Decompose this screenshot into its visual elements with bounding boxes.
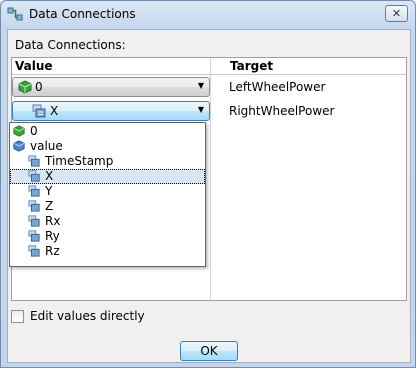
grid-header: Value Target (12, 58, 406, 75)
property-icon (28, 170, 40, 182)
target-cell: RightWheelPower (229, 104, 335, 118)
dialog-window: Data Connections ✕ Data Connections: Val… (0, 0, 416, 368)
close-icon: ✕ (391, 7, 402, 20)
list-item[interactable]: 0 (10, 124, 205, 139)
edit-values-label[interactable]: Edit values directly (30, 309, 145, 323)
value-dropdown-list[interactable]: 0 value TimeStamp X Y Z Rx Ry Rz (9, 122, 206, 267)
value-combo[interactable]: X ▼ (12, 101, 210, 121)
list-item[interactable]: Rx (10, 214, 205, 229)
target-cell: LeftWheelPower (229, 80, 326, 94)
connection-row: X ▼ RightWheelPower (12, 99, 406, 123)
data-connections-icon (7, 7, 23, 21)
ok-button[interactable]: OK (180, 341, 238, 361)
green-cube-icon (13, 125, 25, 137)
header-target[interactable]: Target (230, 59, 273, 73)
list-item[interactable]: value (10, 139, 205, 154)
green-cube-icon (18, 80, 32, 94)
property-icon (28, 155, 40, 167)
connection-row: 0 ▼ LeftWheelPower (12, 75, 406, 99)
list-item-selected[interactable]: X (10, 169, 205, 184)
title-bar: Data Connections ✕ (1, 1, 415, 27)
list-item-label: TimeStamp (45, 154, 114, 168)
list-item[interactable]: TimeStamp (10, 154, 205, 169)
edit-values-checkbox[interactable] (11, 310, 24, 323)
property-icon (28, 215, 40, 227)
property-icon (28, 200, 40, 212)
value-combo-text: X (50, 104, 59, 118)
list-item[interactable]: Y (10, 184, 205, 199)
list-item-label: Y (45, 184, 53, 198)
window-title: Data Connections (29, 7, 136, 21)
list-item-label: 0 (30, 124, 38, 138)
data-connections-label: Data Connections: (15, 38, 126, 52)
list-item-label: Z (45, 199, 54, 213)
header-value[interactable]: Value (15, 59, 53, 73)
value-combo-text: 0 (35, 80, 43, 94)
list-item-label: X (45, 169, 54, 183)
chevron-down-icon: ▼ (197, 105, 204, 114)
list-item[interactable]: Rz (10, 244, 205, 259)
property-icon (28, 245, 40, 257)
property-icon (32, 104, 46, 118)
list-item[interactable]: Z (10, 199, 205, 214)
blue-cube-icon (13, 140, 25, 152)
close-button[interactable]: ✕ (385, 5, 408, 22)
list-item[interactable]: Ry (10, 229, 205, 244)
chevron-down-icon: ▼ (197, 81, 204, 90)
list-item-label: Ry (45, 229, 60, 243)
property-icon (28, 230, 40, 242)
dialog-body: Data Connections: Value Target 0 ▼ LeftW… (7, 29, 411, 363)
list-item-label: Rz (45, 244, 60, 258)
property-icon (28, 185, 40, 197)
value-combo[interactable]: 0 ▼ (12, 77, 210, 97)
list-item-label: value (30, 139, 63, 153)
list-item-label: Rx (45, 214, 61, 228)
